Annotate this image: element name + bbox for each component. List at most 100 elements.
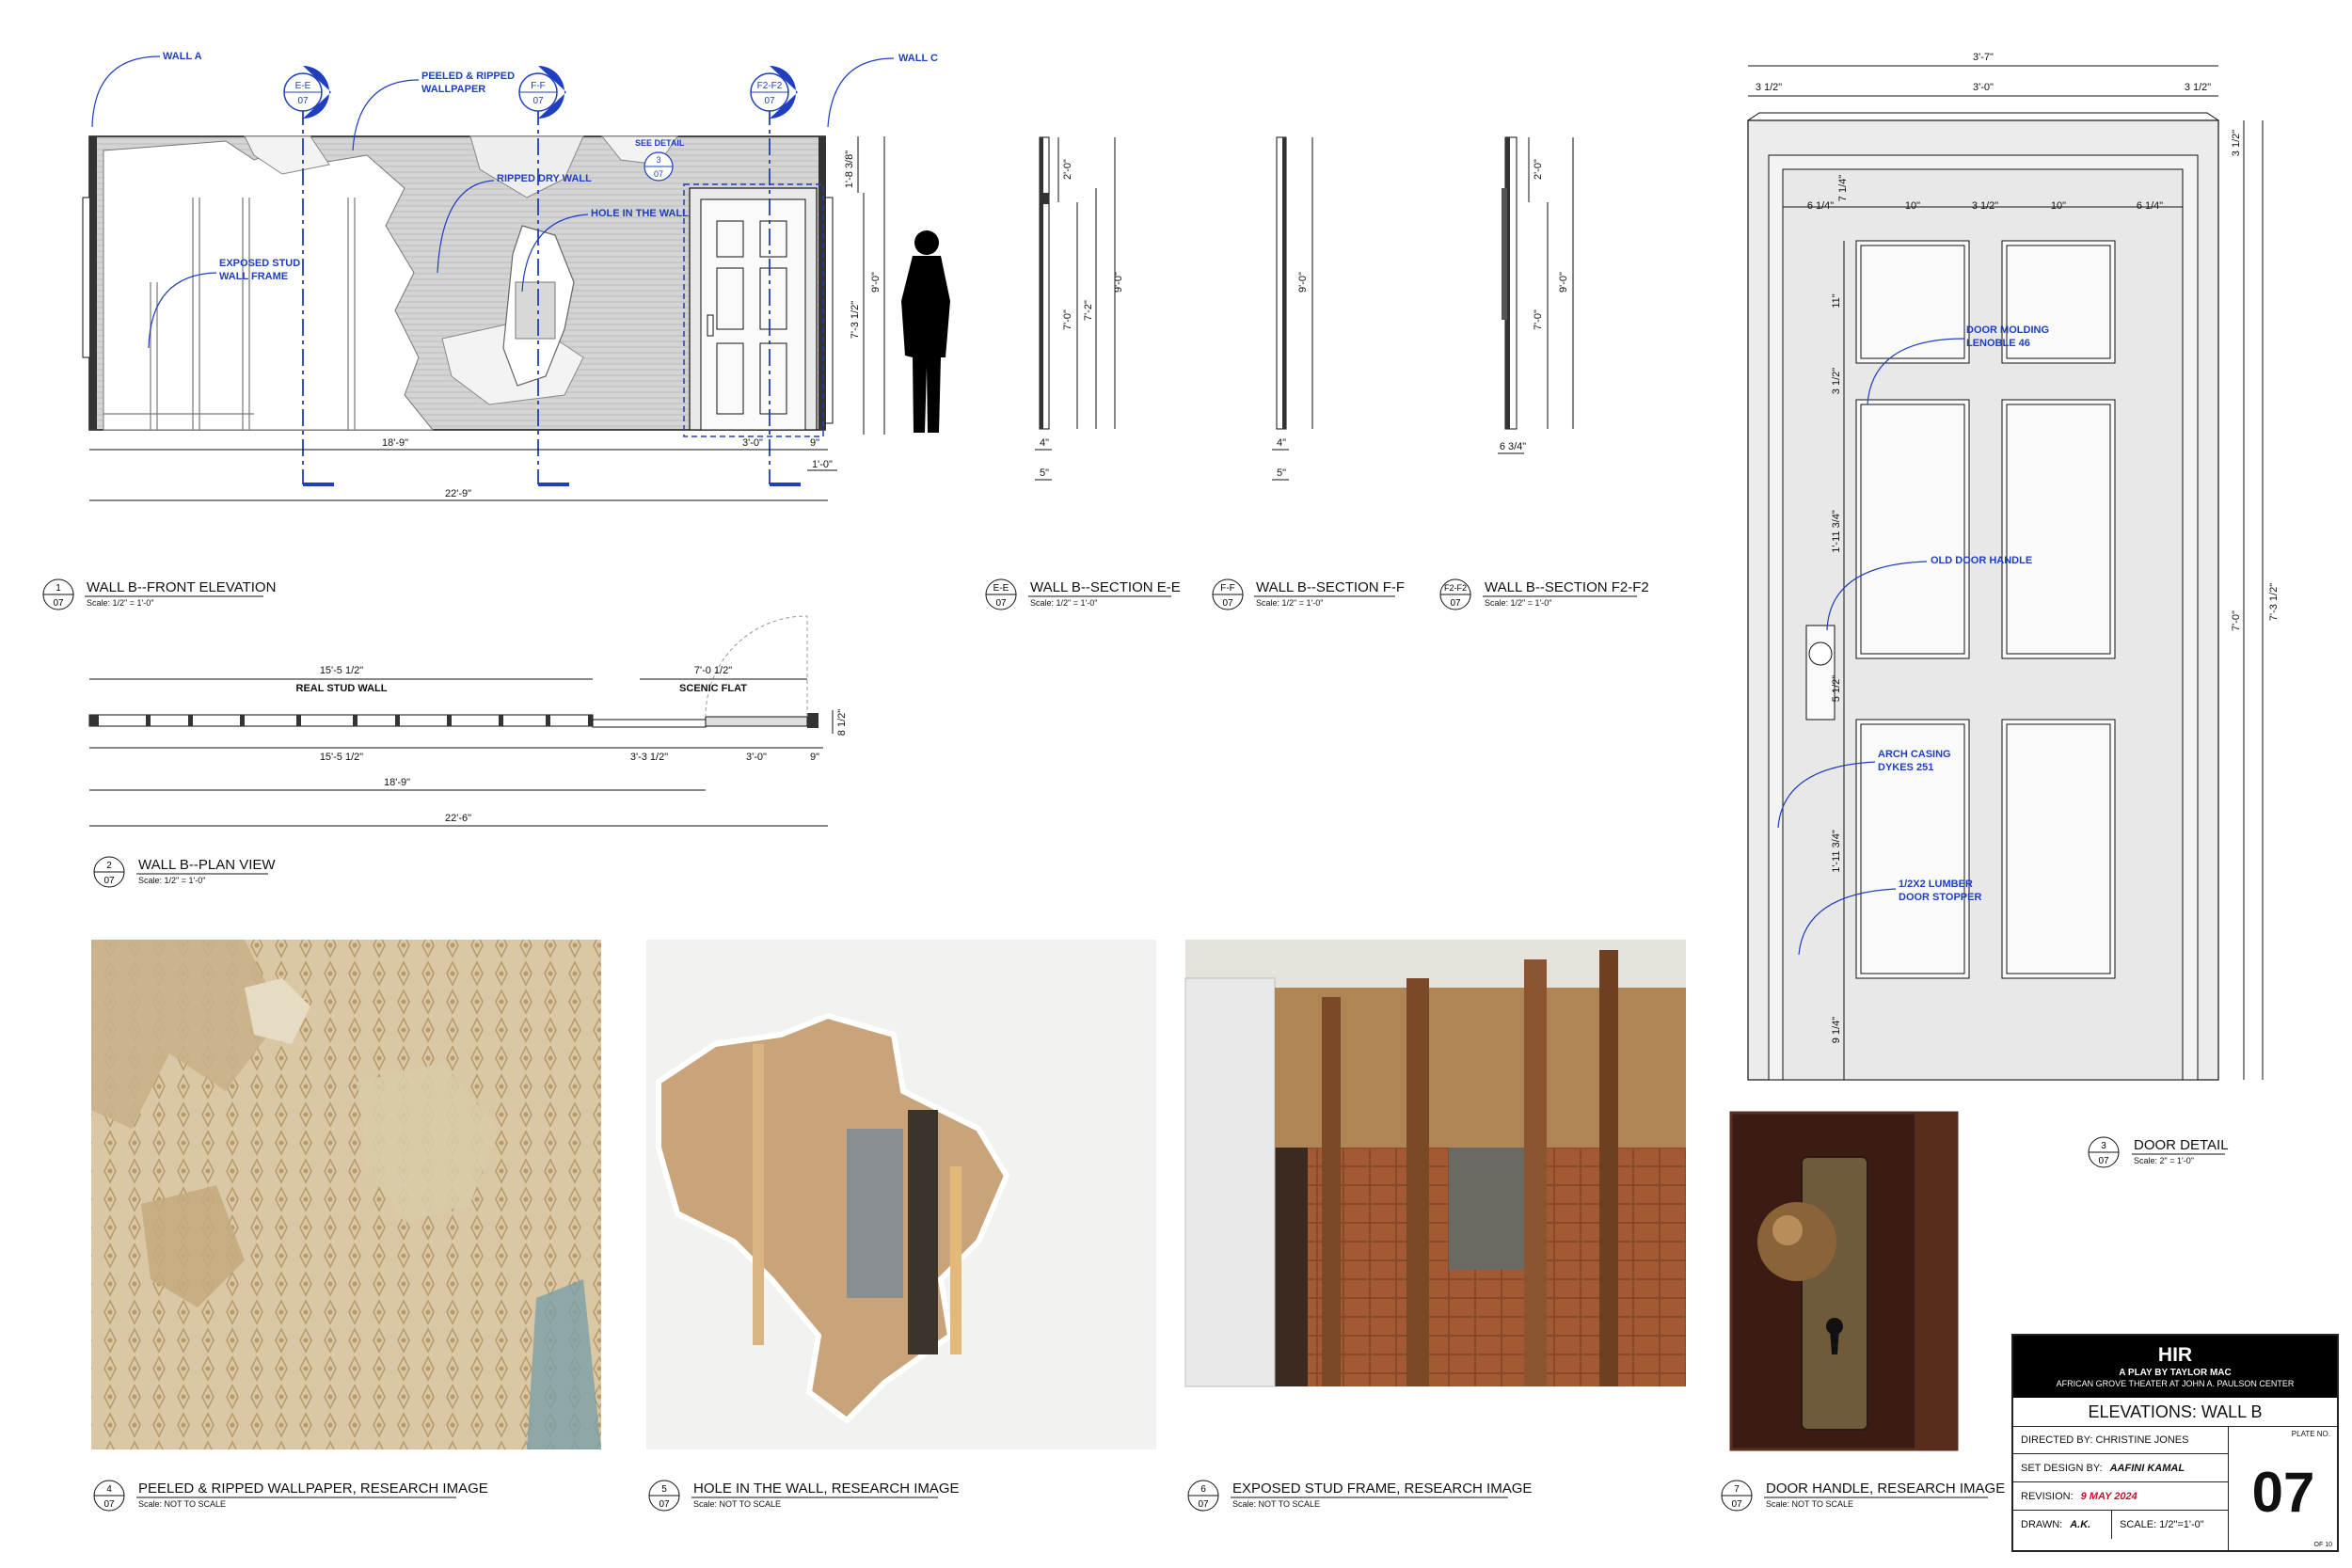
directed-by: DIRECTED BY: CHRISTINE JONES bbox=[2013, 1426, 2228, 1454]
venue: AFRICAN GROVE THEATER AT JOHN A. PAULSON… bbox=[2056, 1379, 2295, 1388]
svg-text:OLD DOOR HANDLE: OLD DOOR HANDLE bbox=[1931, 555, 2032, 566]
svg-text:7'-0": 7'-0" bbox=[1533, 309, 1544, 330]
svg-text:11": 11" bbox=[1831, 293, 1842, 308]
svg-text:9'-0": 9'-0" bbox=[870, 272, 882, 293]
svg-text:E-E: E-E bbox=[993, 583, 1009, 594]
svg-text:WALL B--FRONT ELEVATION: WALL B--FRONT ELEVATION bbox=[87, 579, 276, 595]
svg-text:07: 07 bbox=[764, 96, 775, 106]
svg-text:9'-0": 9'-0" bbox=[1113, 272, 1124, 293]
drawing-title-4: 4 07 PEELED & RIPPED WALLPAPER, RESEARCH… bbox=[93, 1480, 488, 1512]
svg-text:5": 5" bbox=[1277, 467, 1286, 479]
drawing-title-f2-f2: F2-F2 07 WALL B--SECTION F2-F2 Scale: 1/… bbox=[1439, 578, 1649, 610]
svg-text:Scale: NOT TO SCALE: Scale: NOT TO SCALE bbox=[1766, 1499, 1853, 1509]
svg-text:F2-F2: F2-F2 bbox=[757, 81, 783, 91]
plate-number-box: PLATE NO. 07 OF 10 bbox=[2228, 1426, 2338, 1550]
detail-marker-3: 3 07 bbox=[644, 151, 674, 182]
svg-text:07: 07 bbox=[297, 96, 309, 106]
svg-text:8 1/2": 8 1/2" bbox=[836, 709, 848, 736]
section-marker-e-e: E-E 07 bbox=[283, 66, 331, 119]
svg-text:SCENIC FLAT: SCENIC FLAT bbox=[679, 683, 747, 694]
svg-text:PEELED & RIPPED WALLPAPER, RES: PEELED & RIPPED WALLPAPER, RESEARCH IMAG… bbox=[138, 1481, 488, 1497]
svg-text:7'-0": 7'-0" bbox=[2231, 610, 2242, 631]
svg-text:E-E: E-E bbox=[295, 81, 311, 91]
svg-text:3: 3 bbox=[656, 155, 660, 165]
svg-text:DOOR DETAIL: DOOR DETAIL bbox=[2134, 1137, 2229, 1153]
svg-text:1'-11 3/4": 1'-11 3/4" bbox=[1831, 510, 1842, 553]
svg-text:9'-0": 9'-0" bbox=[1297, 272, 1309, 293]
drawing-title-5: 5 07 HOLE IN THE WALL, RESEARCH IMAGE Sc… bbox=[648, 1480, 960, 1512]
drawing-title-f-f: F-F 07 WALL B--SECTION F-F Scale: 1/2" =… bbox=[1212, 578, 1405, 610]
section-marker-f-f: F-F 07 bbox=[518, 66, 566, 119]
svg-text:Scale: 2" = 1'-0": Scale: 2" = 1'-0" bbox=[2134, 1156, 2194, 1165]
svg-text:07: 07 bbox=[103, 1499, 115, 1510]
research-image-wallpaper bbox=[91, 940, 601, 1449]
svg-text:4": 4" bbox=[1040, 437, 1049, 449]
svg-text:7'-3 1/2": 7'-3 1/2" bbox=[2268, 583, 2280, 621]
svg-text:1: 1 bbox=[56, 583, 61, 594]
title-block: HIR A PLAY BY TAYLOR MAC AFRICAN GROVE T… bbox=[2011, 1334, 2339, 1552]
svg-text:3'-0": 3'-0" bbox=[742, 437, 763, 449]
svg-text:07: 07 bbox=[1731, 1499, 1742, 1510]
svg-text:1'-8 3/8": 1'-8 3/8" bbox=[844, 150, 855, 188]
svg-text:7 1/4": 7 1/4" bbox=[1837, 175, 1849, 201]
svg-text:Scale: NOT TO SCALE: Scale: NOT TO SCALE bbox=[693, 1499, 781, 1509]
set-designer: AAFINI KAMAL bbox=[2109, 1463, 2185, 1474]
svg-text:6: 6 bbox=[1200, 1484, 1206, 1495]
svg-text:F-F: F-F bbox=[1220, 583, 1235, 594]
svg-text:HOLE IN THE WALL, RESEARCH IMA: HOLE IN THE WALL, RESEARCH IMAGE bbox=[693, 1481, 960, 1497]
section-f2-f2-drawing: 2'-0" 7'-0" 9'-0" 6 3/4" bbox=[1498, 136, 1574, 454]
svg-text:Scale: 1/2" = 1'-0": Scale: 1/2" = 1'-0" bbox=[1485, 598, 1551, 608]
svg-text:Scale: 1/2" = 1'-0": Scale: 1/2" = 1'-0" bbox=[1256, 598, 1323, 608]
front-elevation-drawing bbox=[82, 108, 834, 486]
svg-text:WALL FRAME: WALL FRAME bbox=[219, 271, 288, 282]
svg-text:07: 07 bbox=[532, 96, 544, 106]
set-design-by: SET DESIGN BY: AAFINI KAMAL bbox=[2013, 1454, 2228, 1482]
svg-text:22'-9": 22'-9" bbox=[445, 488, 471, 499]
svg-text:3'-7": 3'-7" bbox=[1973, 52, 1994, 63]
svg-text:07: 07 bbox=[659, 1499, 670, 1510]
svg-text:WALL B--PLAN VIEW: WALL B--PLAN VIEW bbox=[138, 857, 276, 873]
svg-text:07: 07 bbox=[53, 598, 64, 609]
svg-text:LENOBLE 46: LENOBLE 46 bbox=[1966, 338, 2030, 349]
plan-view-drawing: 15'-5 1/2" REAL STUD WALL 7'-0 1/2" SCEN… bbox=[88, 615, 848, 827]
svg-text:HOLE IN THE WALL: HOLE IN THE WALL bbox=[591, 208, 689, 219]
door-detail-drawing: 3'-7" 3 1/2" 3'-0" 3 1/2" 6 1/4" 7 1/4" … bbox=[1747, 52, 2280, 1081]
svg-text:Scale: 1/2" = 1'-0": Scale: 1/2" = 1'-0" bbox=[1030, 598, 1097, 608]
svg-text:Scale: NOT TO SCALE: Scale: NOT TO SCALE bbox=[1232, 1499, 1320, 1509]
svg-text:4": 4" bbox=[1277, 437, 1286, 449]
svg-text:DOOR HANDLE, RESEARCH IMAGE: DOOR HANDLE, RESEARCH IMAGE bbox=[1766, 1481, 2005, 1497]
svg-text:WALL C: WALL C bbox=[898, 53, 938, 64]
revision: REVISION: 9 MAY 2024 bbox=[2013, 1482, 2228, 1511]
svg-text:07: 07 bbox=[654, 169, 663, 179]
svg-text:07: 07 bbox=[995, 598, 1007, 609]
svg-text:EXPOSED STUD: EXPOSED STUD bbox=[219, 258, 300, 269]
svg-text:07: 07 bbox=[1450, 598, 1461, 609]
drawing-title-1: 1 07 WALL B--FRONT ELEVATION Scale: 1/2"… bbox=[42, 578, 276, 610]
svg-text:1/2X2 LUMBER: 1/2X2 LUMBER bbox=[1899, 879, 1973, 890]
sheet-title: ELEVATIONS: WALL B bbox=[2013, 1398, 2337, 1427]
drawn-by: A.K. bbox=[2070, 1519, 2091, 1530]
svg-text:07: 07 bbox=[2098, 1156, 2109, 1166]
svg-text:3: 3 bbox=[2101, 1141, 2106, 1151]
svg-text:WALL B--SECTION E-E: WALL B--SECTION E-E bbox=[1030, 579, 1181, 595]
section-marker-f2-f2: F2-F2 07 bbox=[750, 66, 798, 119]
human-scale-figure bbox=[901, 230, 950, 433]
svg-text:WALL B--SECTION F2-F2: WALL B--SECTION F2-F2 bbox=[1485, 579, 1649, 595]
svg-text:1'-11 3/4": 1'-11 3/4" bbox=[1831, 830, 1842, 873]
svg-text:7'-2": 7'-2" bbox=[1083, 300, 1094, 321]
svg-text:2: 2 bbox=[106, 861, 112, 871]
drawing-title-7: 7 07 DOOR HANDLE, RESEARCH IMAGE Scale: … bbox=[1721, 1480, 2005, 1512]
svg-text:22'-6": 22'-6" bbox=[445, 813, 471, 824]
svg-text:7: 7 bbox=[1734, 1484, 1740, 1495]
drawing-title-e-e: E-E 07 WALL B--SECTION E-E Scale: 1/2" =… bbox=[985, 578, 1181, 610]
svg-text:DYKES 251: DYKES 251 bbox=[1878, 762, 1933, 773]
svg-text:3 1/2": 3 1/2" bbox=[2185, 82, 2211, 93]
svg-text:7'-0": 7'-0" bbox=[1062, 309, 1073, 330]
section-f-f-drawing: 9'-0" 4" 5" bbox=[1272, 136, 1313, 481]
svg-text:3 1/2": 3 1/2" bbox=[2231, 130, 2242, 156]
svg-text:F2-F2: F2-F2 bbox=[1444, 583, 1467, 593]
research-image-hole bbox=[646, 940, 1156, 1449]
svg-text:18'-9": 18'-9" bbox=[382, 437, 408, 449]
svg-text:F-F: F-F bbox=[531, 81, 546, 91]
plate-label: PLATE NO. bbox=[2291, 1430, 2330, 1438]
